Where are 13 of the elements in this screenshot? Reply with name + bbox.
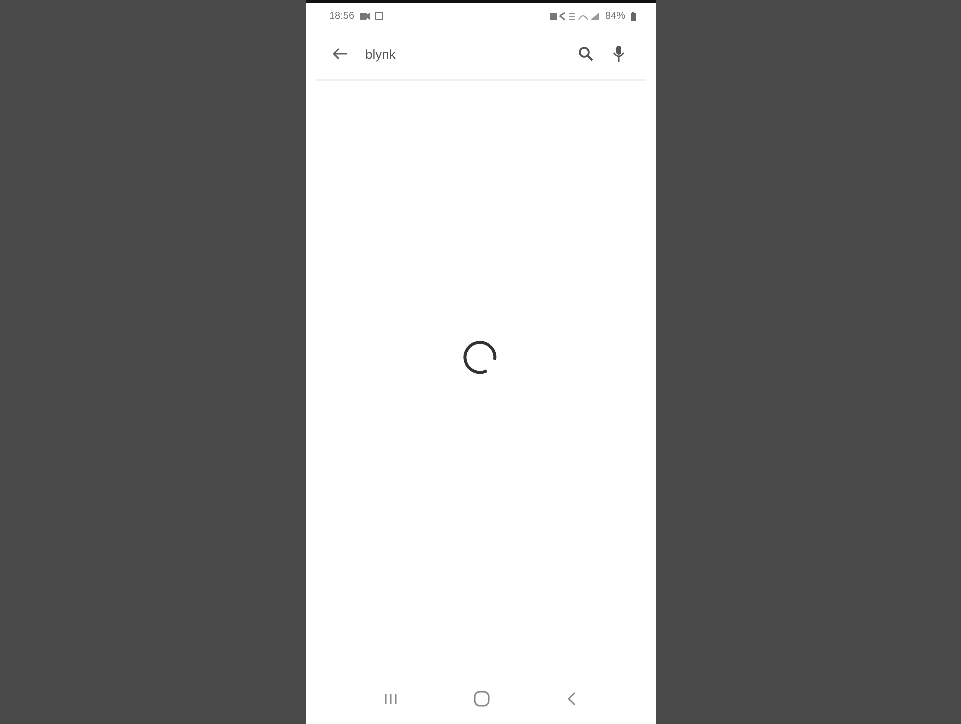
search-icon[interactable] bbox=[578, 46, 594, 62]
notification-icon bbox=[374, 12, 383, 20]
status-time: 18:56 bbox=[330, 10, 355, 22]
microphone-icon[interactable] bbox=[612, 45, 626, 63]
back-button[interactable] bbox=[332, 47, 348, 61]
recent-apps-button[interactable] bbox=[384, 693, 398, 705]
camera-icon bbox=[360, 12, 370, 20]
battery-icon bbox=[630, 12, 636, 20]
search-field[interactable]: blynk bbox=[366, 46, 560, 62]
battery-level: 84% bbox=[605, 10, 626, 22]
home-button[interactable] bbox=[474, 691, 490, 707]
status-icons-drawing bbox=[550, 12, 600, 20]
back-nav-button[interactable] bbox=[567, 692, 578, 706]
